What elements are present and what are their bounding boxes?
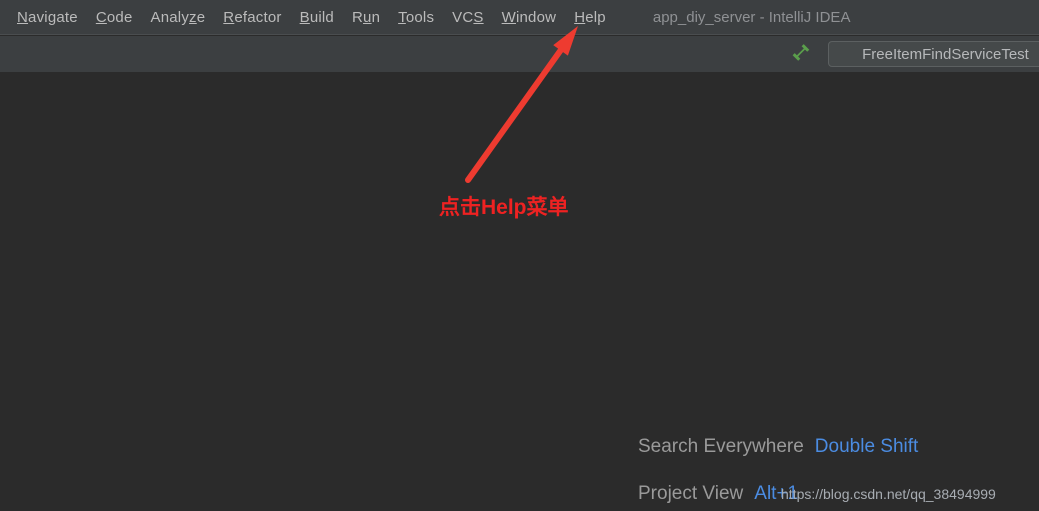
- run-configuration-selector[interactable]: FreeItemFindServiceTest: [828, 41, 1039, 67]
- menu-item-navigate[interactable]: Navigate: [8, 9, 87, 26]
- run-configuration-label: FreeItemFindServiceTest: [862, 45, 1029, 63]
- intellij-idea-window: Navigate Code Analyze Refactor Build Run…: [0, 0, 1039, 511]
- menu-item-analyze[interactable]: Analyze: [142, 9, 215, 26]
- menu-item-refactor[interactable]: Refactor: [214, 9, 290, 26]
- watermark: https://blog.csdn.net/qq_38494999: [781, 486, 996, 502]
- hint-row-search-everywhere: Search Everywhere Double Shift: [638, 436, 918, 458]
- menu-item-vcs[interactable]: VCS: [443, 9, 492, 26]
- editor-empty-area: Search Everywhere Double Shift Project V…: [0, 72, 1039, 511]
- menu-item-code[interactable]: Code: [87, 9, 142, 26]
- menu-item-build[interactable]: Build: [291, 9, 343, 26]
- menu-item-window[interactable]: Window: [493, 9, 566, 26]
- menu-item-run[interactable]: Run: [343, 9, 389, 26]
- hint-label: Project View: [638, 483, 744, 504]
- annotation-text: 点击Help菜单: [439, 196, 569, 219]
- menu-item-help[interactable]: Help: [565, 9, 615, 26]
- hammer-icon[interactable]: [790, 41, 816, 67]
- hint-shortcut: Double Shift: [814, 436, 919, 457]
- menu-bar: Navigate Code Analyze Refactor Build Run…: [0, 0, 1039, 35]
- hint-label: Search Everywhere: [638, 436, 804, 457]
- menu-item-tools[interactable]: Tools: [389, 9, 443, 26]
- window-title: app_diy_server - IntelliJ IDEA: [652, 8, 851, 26]
- main-toolbar: FreeItemFindServiceTest: [0, 36, 1039, 72]
